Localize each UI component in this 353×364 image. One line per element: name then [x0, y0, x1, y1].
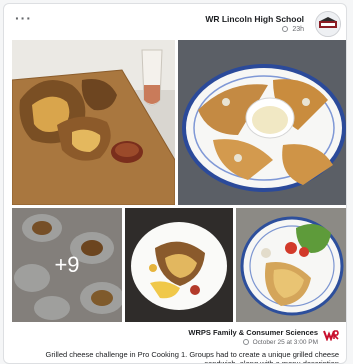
school-logo-icon [316, 12, 340, 36]
timestamp[interactable]: 23h [292, 26, 304, 33]
post-card: ··· WR Lincoln High School 23h +9 WRPS F… [3, 3, 347, 364]
more-photos-count[interactable]: +9 [12, 208, 122, 322]
shared-post-footer: WRPS Family & Consumer Sciences October … [4, 322, 346, 364]
shared-page-name[interactable]: WRPS Family & Consumer Sciences [188, 328, 318, 337]
post-header: ··· WR Lincoln High School 23h [4, 4, 346, 38]
salad-toast-plate-image [236, 208, 346, 322]
post-meta: 23h [282, 26, 304, 33]
globe-icon [242, 339, 249, 345]
photo-1[interactable] [12, 40, 175, 205]
post-caption: Grilled cheese challenge in Pro Cooking … [45, 350, 339, 364]
wrps-logo-icon [323, 329, 339, 341]
photo-grid: +9 [12, 40, 346, 322]
page-name[interactable]: WR Lincoln High School [205, 14, 304, 24]
sandwich-plate-image [125, 208, 233, 322]
more-options-icon[interactable]: ··· [15, 10, 32, 26]
photo-5[interactable] [236, 208, 346, 322]
shared-post-meta: October 25 at 3:00 PM [242, 339, 318, 346]
grilled-cheese-board-image [12, 40, 175, 205]
photo-2[interactable] [178, 40, 346, 205]
photo-4[interactable] [125, 208, 233, 322]
shared-timestamp[interactable]: October 25 at 3:00 PM [253, 339, 318, 346]
plated-toast-image [178, 40, 346, 205]
globe-icon [282, 26, 289, 32]
photo-3[interactable]: +9 [12, 208, 122, 322]
avatar[interactable] [315, 11, 341, 37]
